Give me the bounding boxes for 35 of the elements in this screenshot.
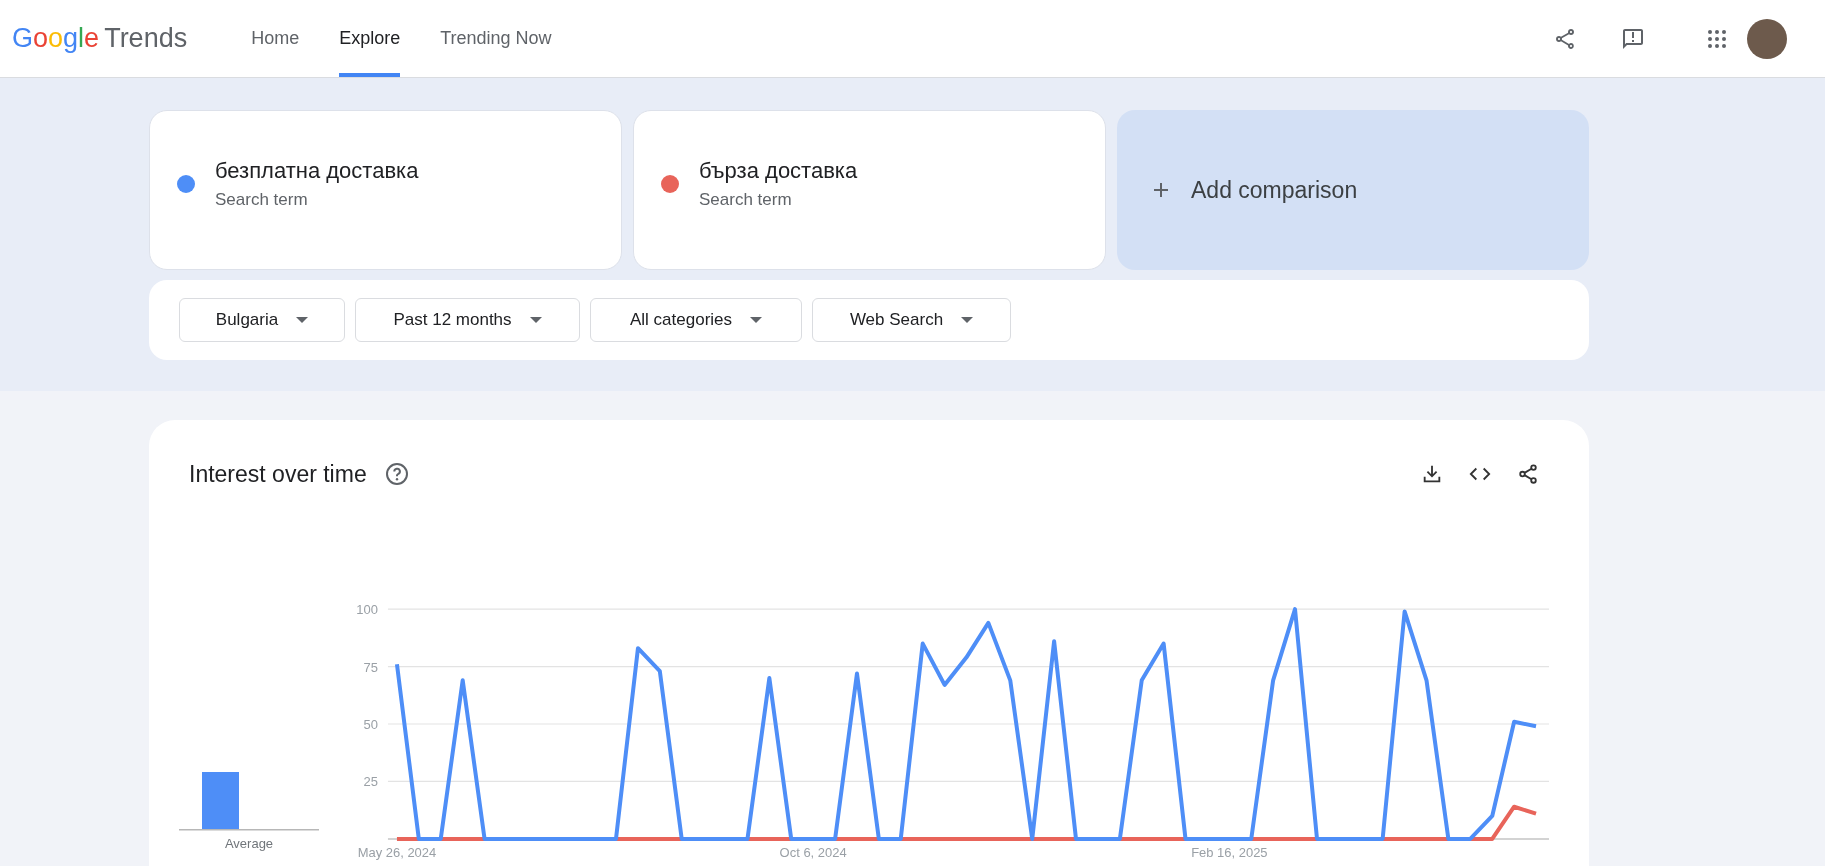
y-tick-label: 100	[356, 602, 378, 618]
y-tick-label: 50	[363, 717, 378, 732]
x-tick-label: Oct 6, 2024	[779, 844, 847, 860]
nav-tab[interactable]: Home	[251, 0, 300, 77]
search-term-card[interactable]: бърза доставка Search term	[633, 110, 1106, 270]
caret-icon	[750, 317, 763, 323]
average-label: Average	[224, 836, 274, 851]
x-tick-label: May 26, 2024	[357, 844, 437, 860]
y-tick-label: 75	[363, 659, 378, 675]
share-icon[interactable]	[1553, 26, 1577, 51]
nav-tab[interactable]: Trending Now	[440, 0, 552, 77]
apps-grid-icon[interactable]	[1707, 28, 1727, 49]
plus-icon	[1153, 182, 1169, 198]
caret-icon	[961, 317, 974, 323]
caret-icon	[529, 317, 542, 323]
filter-dropdown[interactable]: Past 12 months	[355, 298, 580, 342]
google-trends-logo[interactable]: Google Trends	[12, 23, 188, 54]
share-icon[interactable]	[1517, 463, 1539, 485]
filter-dropdown[interactable]: Bulgaria	[179, 298, 345, 342]
avatar[interactable]	[1747, 18, 1787, 59]
filter-dropdown[interactable]: All categories	[590, 298, 802, 342]
y-tick-label: 25	[363, 774, 378, 790]
filter-dropdown[interactable]: Web Search	[812, 298, 1011, 342]
help-icon[interactable]	[384, 462, 409, 486]
search-term: бърза доставка	[699, 158, 858, 184]
search-term-card[interactable]: безплатна доставка Search term	[149, 110, 622, 270]
card-title: Interest over time	[189, 460, 367, 488]
feedback-icon[interactable]	[1621, 26, 1645, 51]
add-comparison-button[interactable]: Add comparison	[1117, 110, 1589, 270]
caret-icon	[296, 317, 309, 323]
search-term: безплатна доставка	[215, 158, 419, 184]
term-type: Search term	[215, 190, 309, 210]
x-tick-label: Feb 16, 2025	[1191, 844, 1268, 860]
download-icon[interactable]	[1421, 463, 1443, 485]
term-type: Search term	[699, 190, 793, 210]
